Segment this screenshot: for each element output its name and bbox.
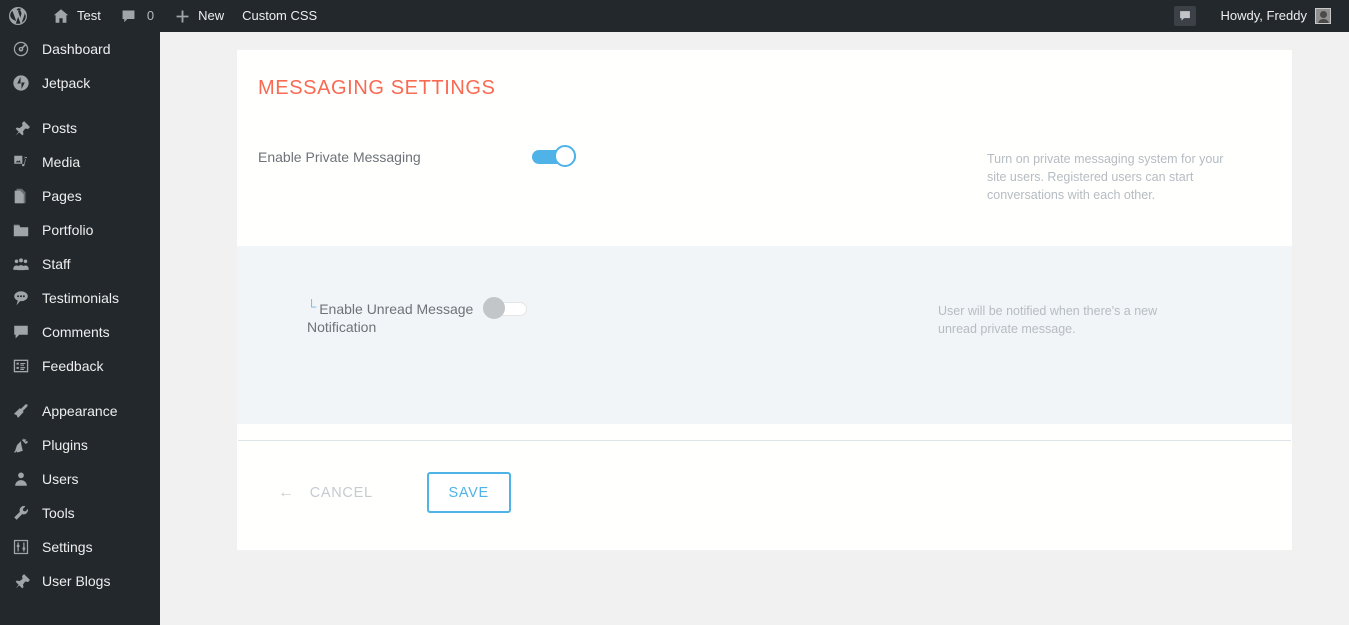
sidebar-item-portfolio[interactable]: Portfolio: [0, 213, 160, 247]
plus-icon: [172, 6, 192, 26]
sidebar-item-posts[interactable]: Posts: [0, 111, 160, 145]
sidebar-item-user-blogs[interactable]: User Blogs: [0, 564, 160, 598]
appearance-brush-icon: [11, 401, 31, 421]
testimonials-icon: [11, 288, 31, 308]
admin-sidebar-menu: Dashboard Jetpack Posts Media Pages Port…: [0, 32, 160, 625]
cancel-button[interactable]: ← CANCEL: [278, 483, 373, 501]
setting-label-text: Enable Private Messaging: [258, 149, 421, 165]
admin-bar-new-content[interactable]: New: [163, 0, 233, 32]
sidebar-item-label: Tools: [42, 505, 75, 521]
pin-icon: [11, 571, 31, 591]
save-button[interactable]: SAVE: [426, 472, 511, 513]
toggle-enable-private-messaging[interactable]: [532, 145, 577, 167]
sidebar-item-settings[interactable]: Settings: [0, 530, 160, 564]
main-content-area: MESSAGING SETTINGS Enable Private Messag…: [160, 32, 1349, 625]
sidebar-item-label: Feedback: [42, 358, 104, 374]
panel-footer: ← CANCEL SAVE: [237, 441, 1292, 550]
sidebar-item-staff[interactable]: Staff: [0, 247, 160, 281]
admin-bar-comment-count: 0: [146, 8, 155, 23]
staff-icon: [11, 254, 31, 274]
sidebar-item-label: Pages: [42, 188, 82, 204]
sidebar-item-appearance[interactable]: Appearance: [0, 394, 160, 428]
toggle-knob: [483, 297, 505, 319]
sidebar-item-label: Posts: [42, 120, 78, 136]
setting-control: [532, 145, 987, 167]
admin-bar-comments[interactable]: 0: [110, 0, 163, 32]
pages-icon: [11, 186, 31, 206]
setting-label-enable-unread-message-notification: └ Enable Unread Message Notification: [237, 299, 483, 336]
sidebar-item-tools[interactable]: Tools: [0, 496, 160, 530]
sidebar-item-label: Users: [42, 471, 79, 487]
sidebar-item-testimonials[interactable]: Testimonials: [0, 281, 160, 315]
settings-rows: Enable Private Messaging Turn on private…: [237, 100, 1292, 424]
toggle-enable-unread-message-notification[interactable]: [483, 297, 528, 319]
home-icon: [51, 6, 71, 26]
sidebar-item-label: Settings: [42, 539, 93, 555]
setting-description: User will be notified when there's a new…: [938, 304, 1158, 336]
sidebar-item-dashboard[interactable]: Dashboard: [0, 32, 160, 66]
comment-bubble-icon: [1173, 6, 1196, 26]
cancel-button-label: CANCEL: [309, 484, 373, 501]
sidebar-item-pages[interactable]: Pages: [0, 179, 160, 213]
messaging-settings-panel: MESSAGING SETTINGS Enable Private Messag…: [237, 50, 1292, 550]
footer-spacer: [237, 424, 1292, 440]
sidebar-separator: [0, 100, 160, 111]
dashboard-icon: [11, 39, 31, 59]
admin-bar-site-label: Test: [77, 8, 101, 23]
sidebar-item-jetpack[interactable]: Jetpack: [0, 66, 160, 100]
sidebar-item-label: User Blogs: [42, 573, 111, 589]
sidebar-item-label: Dashboard: [42, 41, 111, 57]
admin-bar-custom-css[interactable]: Custom CSS: [233, 0, 326, 32]
pin-icon: [11, 118, 31, 138]
sidebar-item-label: Staff: [42, 256, 71, 272]
sidebar-item-label: Jetpack: [42, 75, 91, 91]
users-icon: [11, 469, 31, 489]
portfolio-icon: [11, 220, 31, 240]
setting-description: Turn on private messaging system for you…: [987, 152, 1224, 202]
media-icon: [11, 152, 31, 172]
sidebar-item-feedback[interactable]: Feedback: [0, 349, 160, 383]
admin-bar-new-label: New: [198, 8, 225, 23]
plugins-plug-icon: [11, 435, 31, 455]
left-arrow-icon: ←: [278, 483, 295, 501]
sidebar-item-label: Plugins: [42, 437, 88, 453]
sidebar-separator: [0, 383, 160, 394]
admin-bar: Test 0 New Custom CSS Howdy, Freddy: [0, 0, 1349, 32]
sidebar-item-users[interactable]: Users: [0, 462, 160, 496]
setting-label-text: Enable Unread Message Notification: [307, 301, 474, 335]
sidebar-item-plugins[interactable]: Plugins: [0, 428, 160, 462]
sidebar-item-label: Appearance: [42, 403, 118, 419]
admin-bar-custom-css-label: Custom CSS: [242, 8, 318, 23]
admin-bar-right-group: Howdy, Freddy: [1165, 0, 1349, 32]
toggle-knob: [554, 145, 576, 167]
sidebar-item-label: Comments: [42, 324, 110, 340]
settings-sliders-icon: [11, 537, 31, 557]
jetpack-icon: [11, 73, 31, 93]
avatar: [1315, 8, 1331, 24]
feedback-icon: [11, 356, 31, 376]
setting-row: Enable Private Messaging Turn on private…: [237, 134, 1292, 246]
admin-bar-notifications[interactable]: [1165, 0, 1211, 32]
sidebar-item-label: Portfolio: [42, 222, 94, 238]
comments-icon: [11, 322, 31, 342]
sidebar-item-label: Testimonials: [42, 290, 120, 306]
sidebar-item-media[interactable]: Media: [0, 145, 160, 179]
admin-bar-site-name[interactable]: Test: [42, 0, 110, 32]
setting-label-enable-private-messaging: Enable Private Messaging: [237, 148, 532, 166]
sidebar-item-comments[interactable]: Comments: [0, 315, 160, 349]
child-setting-indicator-icon: └: [307, 299, 317, 314]
setting-control: [483, 297, 938, 319]
howdy-label: Howdy, Freddy: [1220, 8, 1307, 23]
comment-bubble-icon: [119, 6, 139, 26]
tools-wrench-icon: [11, 503, 31, 523]
setting-row: └ Enable Unread Message Notification User…: [237, 246, 1292, 424]
wordpress-logo-icon: [8, 6, 28, 26]
page-title: MESSAGING SETTINGS: [258, 77, 496, 99]
admin-bar-wordpress-logo[interactable]: [0, 0, 42, 32]
sidebar-item-label: Media: [42, 154, 81, 170]
admin-bar-my-account[interactable]: Howdy, Freddy: [1211, 0, 1341, 32]
